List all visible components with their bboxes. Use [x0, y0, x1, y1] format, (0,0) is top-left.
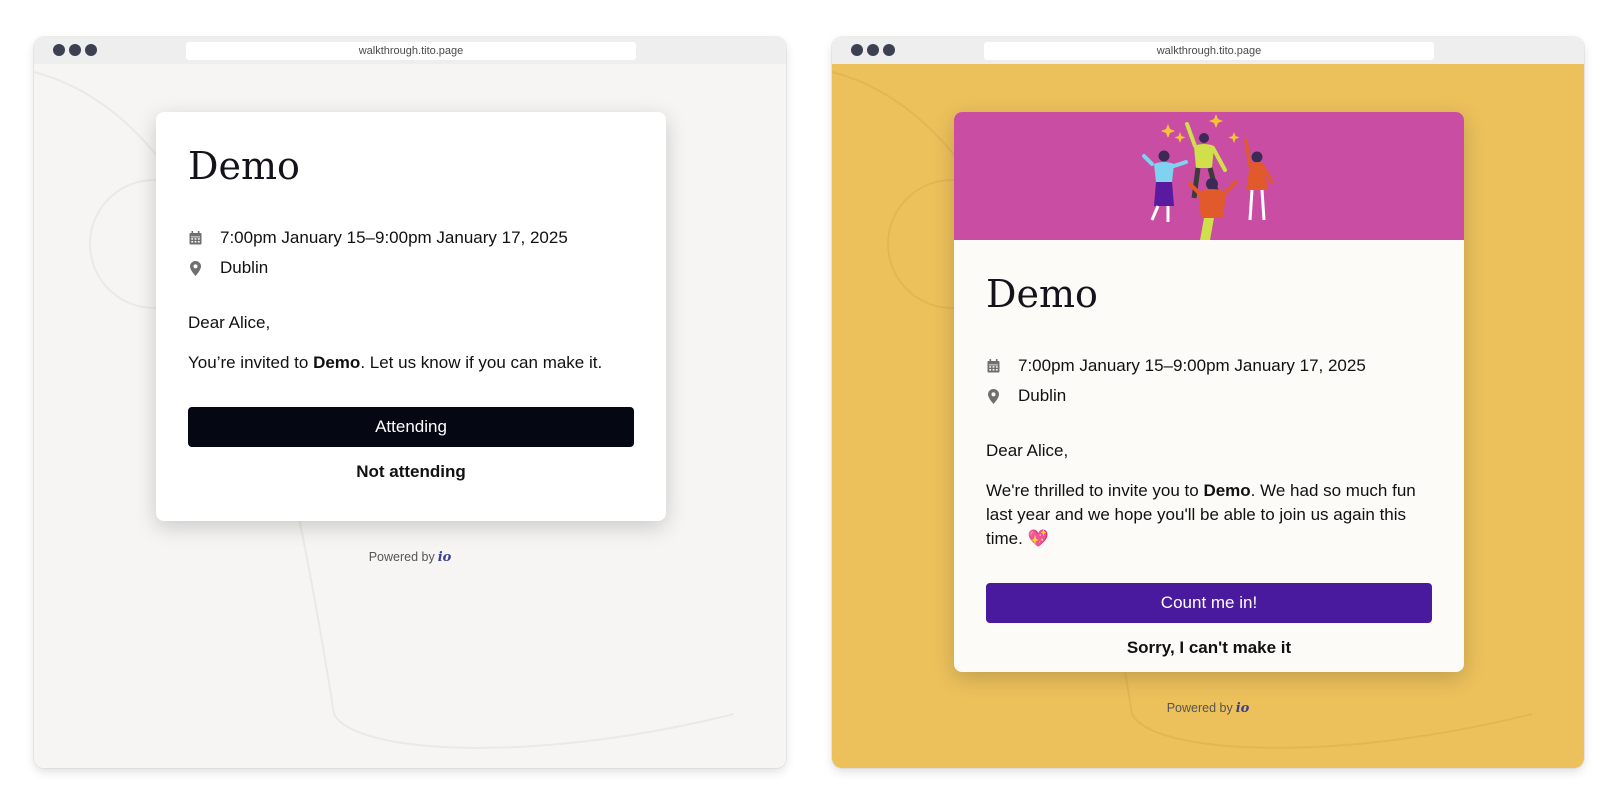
dancing-people-illustration [1142, 114, 1274, 240]
browser-toolbar: walkthrough.tito.page [34, 37, 786, 65]
attending-button[interactable]: Attending [188, 407, 634, 447]
greeting-text: Dear Alice, [986, 441, 1069, 460]
event-date: 7:00pm January 15–9:00pm January 17, 202… [986, 351, 1432, 381]
invitation-card: Demo 7:00pm January 15–9:00pm January 17… [954, 112, 1464, 672]
not-attending-button[interactable]: Not attending [188, 457, 634, 487]
count-me-in-button[interactable]: Count me in! [986, 583, 1432, 623]
event-location: Dublin [986, 381, 1432, 411]
event-date-text: 7:00pm January 15–9:00pm January 17, 202… [220, 228, 568, 247]
celebration-banner [954, 112, 1464, 240]
io-logo[interactable]: io [438, 550, 452, 565]
map-pin-icon [188, 260, 202, 276]
event-date: 7:00pm January 15–9:00pm January 17, 202… [188, 223, 634, 253]
powered-by-footer: Powered by io [832, 701, 1584, 716]
calendar-icon [986, 358, 1000, 374]
invitation-message: We're thrilled to invite you to Demo. We… [986, 479, 1432, 551]
greeting-text: Dear Alice, [188, 313, 271, 332]
powered-by-footer: Powered by io [34, 550, 786, 565]
message-prefix: You’re invited to [188, 353, 314, 372]
invitation-card: Demo 7:00pm January 15–9:00pm January 17… [156, 112, 666, 521]
event-location: Dublin [188, 253, 634, 283]
window-controls [53, 44, 97, 56]
window-controls [851, 44, 895, 56]
message-suffix: . Let us know if you can make it. [360, 353, 603, 372]
address-bar[interactable]: walkthrough.tito.page [186, 42, 636, 60]
io-logo[interactable]: io [1236, 701, 1250, 716]
calendar-icon [188, 230, 202, 246]
address-bar[interactable]: walkthrough.tito.page [984, 42, 1434, 60]
window-close-dot[interactable] [851, 44, 863, 56]
powered-by-text: Powered by [1166, 701, 1233, 715]
message-event-name: Demo [1203, 481, 1251, 500]
window-minimize-dot[interactable] [867, 44, 879, 56]
message-prefix: We're thrilled to invite you to [986, 481, 1204, 500]
window-maximize-dot[interactable] [883, 44, 895, 56]
window-maximize-dot[interactable] [85, 44, 97, 56]
cant-make-it-button[interactable]: Sorry, I can't make it [986, 633, 1432, 663]
event-title: Demo [188, 144, 300, 188]
window-close-dot[interactable] [53, 44, 65, 56]
invitation-message: You’re invited to Demo. Let us know if y… [188, 351, 634, 375]
event-date-text: 7:00pm January 15–9:00pm January 17, 202… [1018, 356, 1366, 375]
map-pin-icon [986, 388, 1000, 404]
browser-window-left: walkthrough.tito.page Demo 7:00pm Januar… [34, 37, 786, 768]
event-location-text: Dublin [1018, 386, 1067, 405]
window-minimize-dot[interactable] [69, 44, 81, 56]
browser-toolbar: walkthrough.tito.page [832, 37, 1584, 65]
powered-by-text: Powered by [368, 550, 435, 564]
page-viewport: Demo 7:00pm January 15–9:00pm January 17… [34, 64, 786, 768]
browser-window-right: walkthrough.tito.page Demo 7:00pm Januar… [832, 37, 1584, 768]
event-title: Demo [986, 272, 1098, 316]
event-location-text: Dublin [220, 258, 269, 277]
page-viewport: Demo 7:00pm January 15–9:00pm January 17… [832, 64, 1584, 768]
message-event-name: Demo [313, 353, 361, 372]
